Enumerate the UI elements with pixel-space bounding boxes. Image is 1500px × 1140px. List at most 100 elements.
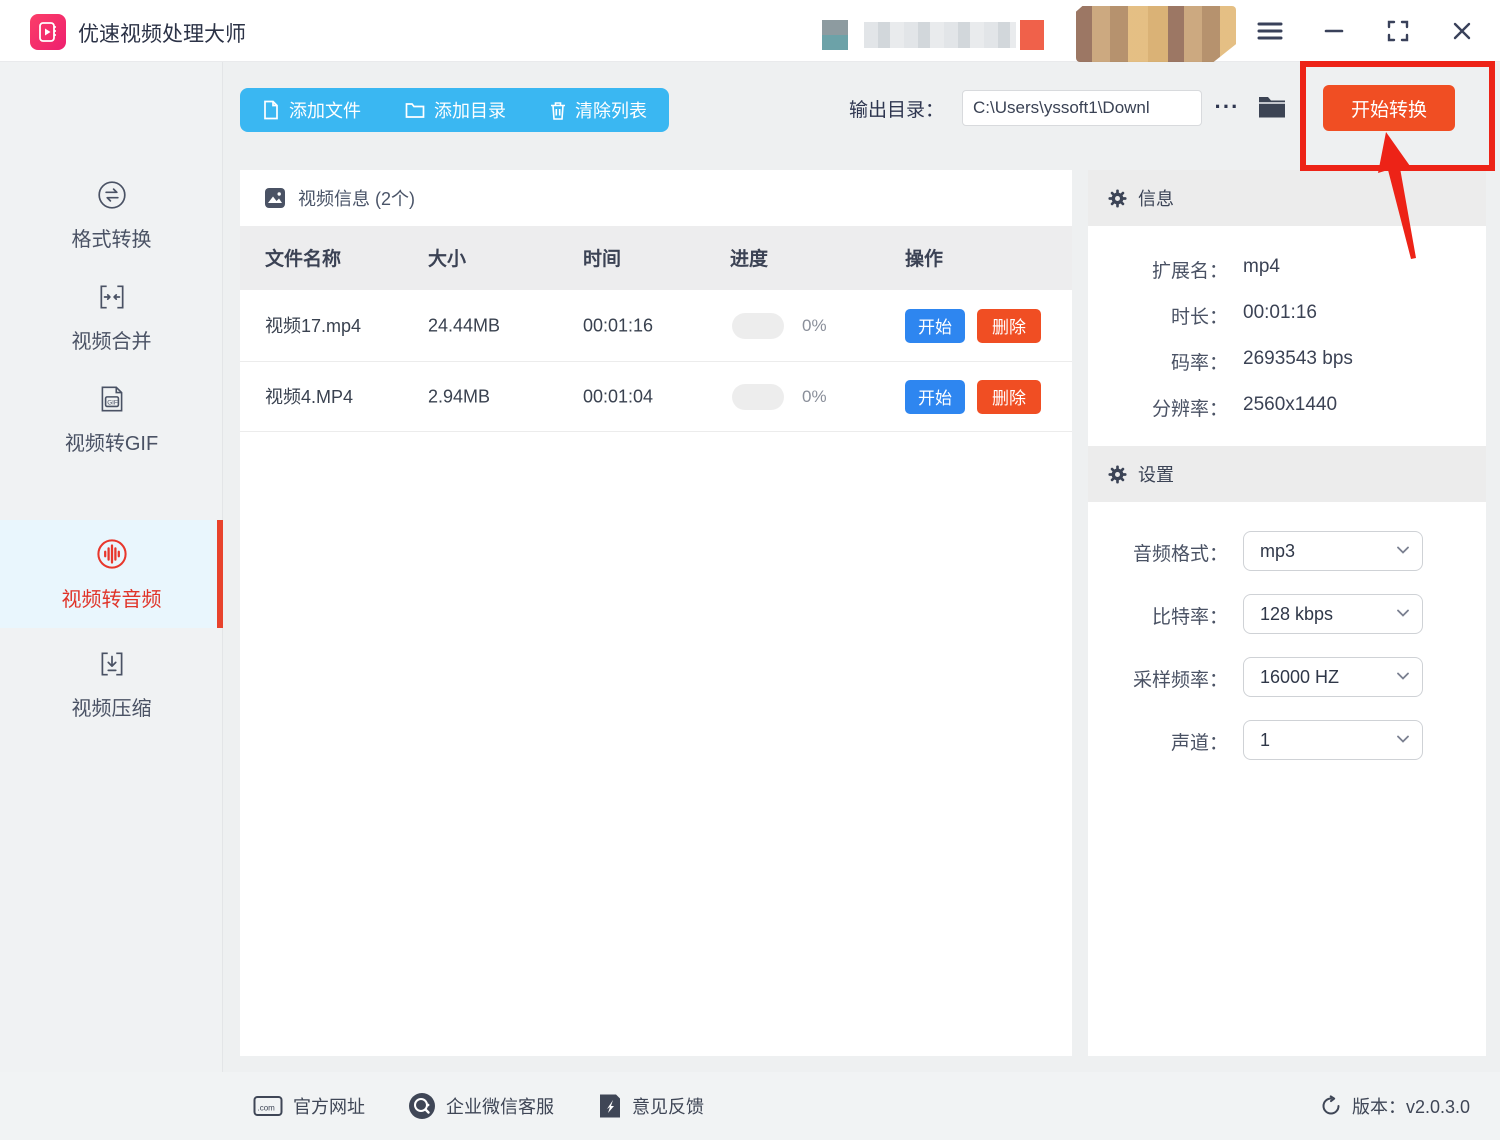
- footer: .com 官方网址 企业微信客服 意见反馈 版本：: [0, 1072, 1500, 1140]
- channels-select[interactable]: 1: [1243, 720, 1423, 760]
- output-dir-input[interactable]: [962, 90, 1202, 126]
- file-duration: 00:01:16: [583, 315, 653, 336]
- sidebar-item-video-to-gif[interactable]: GIF 视频转GIF: [0, 369, 223, 469]
- progress-bar: [732, 384, 784, 410]
- sidebar-item-label: 视频压缩: [72, 692, 152, 721]
- sidebar: 格式转换 视频合并 GIF 视频转GIF 视频转音频: [0, 62, 223, 1072]
- sample-rate-select[interactable]: 16000 HZ: [1243, 657, 1423, 697]
- setting-bitrate: 比特率： 128 kbps: [1088, 594, 1486, 634]
- settings-section-title: 设置: [1138, 461, 1174, 487]
- app-title: 优速视频处理大师: [78, 18, 246, 48]
- chevron-down-icon: [1396, 671, 1410, 681]
- gear-icon: [1108, 189, 1127, 208]
- progress-percent: 0%: [802, 316, 827, 336]
- sidebar-item-video-compress[interactable]: 视频压缩: [0, 634, 223, 734]
- chevron-down-icon: [1396, 545, 1410, 555]
- video-to-audio-icon: [95, 537, 129, 571]
- folder-icon: [1257, 94, 1287, 120]
- info-field-bitrate: 码率： 2693543 bps: [1088, 348, 1486, 378]
- column-header-time: 时间: [583, 244, 621, 271]
- gear-icon: [1108, 465, 1127, 484]
- info-field-duration: 时长： 00:01:16: [1088, 302, 1486, 332]
- row-delete-button[interactable]: 删除: [977, 380, 1041, 414]
- audio-format-select[interactable]: mp3: [1243, 531, 1423, 571]
- format-convert-icon: [96, 179, 128, 211]
- start-convert-button[interactable]: 开始转换: [1323, 85, 1455, 131]
- info-section-title: 信息: [1138, 185, 1174, 211]
- active-indicator: [217, 520, 223, 628]
- clear-list-button[interactable]: 清除列表: [528, 88, 669, 132]
- setting-sample-rate: 采样频率： 16000 HZ: [1088, 657, 1486, 697]
- row-delete-button[interactable]: 删除: [977, 309, 1041, 343]
- add-file-icon: [262, 100, 280, 120]
- minimize-icon[interactable]: [1320, 17, 1348, 45]
- dotcom-icon: .com: [253, 1094, 283, 1118]
- close-icon[interactable]: [1448, 17, 1476, 45]
- file-duration: 00:01:04: [583, 386, 653, 407]
- blurred-username: [1076, 6, 1236, 62]
- title-bar: 优速视频处理大师: [0, 0, 1500, 62]
- file-name: 视频17.mp4: [265, 311, 415, 341]
- app-logo-icon: [30, 14, 66, 50]
- video-list-title: 视频信息 (2个): [298, 185, 415, 211]
- video-list-panel: 视频信息 (2个) 文件名称 大小 时间 进度 操作 视频17.mp4 24.4…: [240, 170, 1072, 1056]
- version-info: 版本：v2.0.3.0: [1320, 1072, 1470, 1140]
- row-start-button[interactable]: 开始: [905, 309, 965, 343]
- progress-percent: 0%: [802, 387, 827, 407]
- sidebar-item-video-to-audio[interactable]: 视频转音频: [0, 520, 223, 628]
- setting-audio-format: 音频格式： mp3: [1088, 531, 1486, 571]
- version-label: 版本：v2.0.3.0: [1352, 1093, 1470, 1119]
- svg-text:GIF: GIF: [107, 399, 118, 406]
- wechat-service-link[interactable]: 企业微信客服: [408, 1072, 554, 1140]
- feedback-link[interactable]: 意见反馈: [598, 1072, 704, 1140]
- info-section-header: 信息: [1088, 170, 1486, 226]
- progress-bar: [732, 313, 784, 339]
- chevron-down-icon: [1396, 608, 1410, 618]
- svg-text:.com: .com: [258, 1104, 276, 1113]
- details-panel: 信息 扩展名： mp4 时长： 00:01:16 码率： 2693543 bps…: [1088, 170, 1486, 1056]
- row-start-button[interactable]: 开始: [905, 380, 965, 414]
- video-merge-icon: [96, 281, 128, 313]
- chevron-down-icon: [1396, 734, 1410, 744]
- column-header-size: 大小: [428, 244, 466, 271]
- add-file-button[interactable]: 添加文件: [240, 88, 383, 132]
- browse-more-button[interactable]: ···: [1212, 92, 1242, 122]
- sidebar-item-label: 视频转GIF: [65, 427, 158, 456]
- add-directory-button[interactable]: 添加目录: [383, 88, 528, 132]
- video-to-gif-icon: GIF: [96, 383, 128, 415]
- column-header-progress: 进度: [730, 244, 768, 271]
- file-size: 24.44MB: [428, 315, 500, 336]
- sidebar-item-label: 视频转音频: [62, 583, 162, 612]
- video-info-icon: [264, 187, 286, 209]
- sidebar-item-format-convert[interactable]: 格式转换: [0, 165, 223, 265]
- file-actions-group: 添加文件 添加目录 清除列表: [240, 88, 669, 132]
- video-list-header: 视频信息 (2个): [240, 170, 1072, 226]
- official-site-link[interactable]: .com 官方网址: [253, 1072, 365, 1140]
- menu-icon[interactable]: [1256, 17, 1284, 45]
- blurred-account-text: [864, 22, 1016, 48]
- add-directory-icon: [405, 101, 425, 119]
- refresh-icon[interactable]: [1320, 1095, 1342, 1117]
- video-compress-icon: [96, 648, 128, 680]
- table-row: 视频4.MP4 2.94MB 00:01:04 0% 开始 删除: [240, 362, 1072, 432]
- sidebar-item-label: 格式转换: [72, 223, 152, 252]
- info-field-extension: 扩展名： mp4: [1088, 256, 1486, 286]
- feedback-icon: [598, 1093, 622, 1119]
- blurred-account-icon: [822, 20, 848, 50]
- sidebar-item-label: 视频合并: [72, 325, 152, 354]
- bitrate-select[interactable]: 128 kbps: [1243, 594, 1423, 634]
- maximize-icon[interactable]: [1384, 17, 1412, 45]
- settings-section-header: 设置: [1088, 446, 1486, 502]
- app-window: 优速视频处理大师: [0, 0, 1500, 1140]
- setting-channels: 声道： 1: [1088, 720, 1486, 760]
- file-name: 视频4.MP4: [265, 382, 415, 412]
- output-dir-label: 输出目录：: [849, 95, 944, 122]
- blurred-badge: [1020, 20, 1044, 50]
- wechat-service-icon: [408, 1092, 436, 1120]
- table-row: 视频17.mp4 24.44MB 00:01:16 0% 开始 删除: [240, 290, 1072, 362]
- info-field-resolution: 分辨率： 2560x1440: [1088, 394, 1486, 424]
- column-header-filename: 文件名称: [265, 244, 341, 271]
- column-header-actions: 操作: [905, 244, 943, 271]
- sidebar-item-video-merge[interactable]: 视频合并: [0, 267, 223, 367]
- open-folder-button[interactable]: [1254, 90, 1290, 124]
